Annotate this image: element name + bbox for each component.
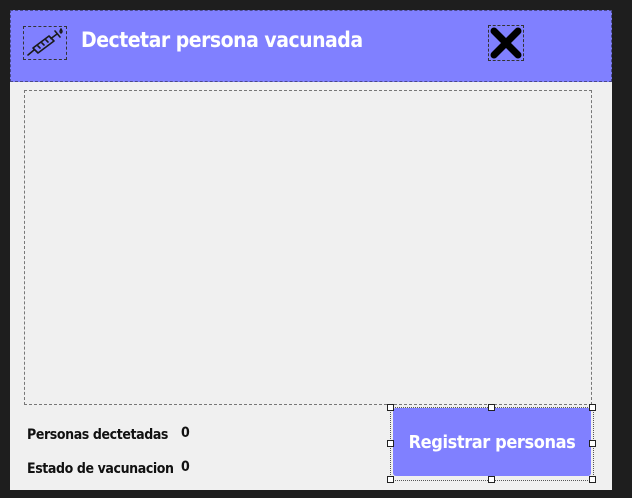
resize-handle-bottom-right	[589, 476, 596, 483]
vaccination-status-label: Estado de vacunacion	[27, 461, 174, 477]
window-title: Dectetar persona vacunada	[81, 28, 363, 52]
syringe-icon	[23, 26, 67, 60]
vaccination-status-value: 0	[181, 459, 190, 475]
register-persons-button[interactable]: Registrar personas	[393, 408, 591, 476]
detected-persons-label: Personas dectetadas	[27, 427, 169, 443]
close-button[interactable]	[488, 25, 524, 61]
camera-preview-area	[24, 90, 592, 405]
detected-persons-count: 0	[181, 425, 190, 441]
resize-handle-bottom-left	[387, 476, 394, 483]
title-bar: Dectetar persona vacunada	[10, 10, 612, 82]
close-x-icon	[490, 27, 522, 59]
vaccination-detector-window: Dectetar persona vacunada Personas decte…	[10, 10, 612, 490]
resize-handle-bottom	[488, 476, 495, 483]
